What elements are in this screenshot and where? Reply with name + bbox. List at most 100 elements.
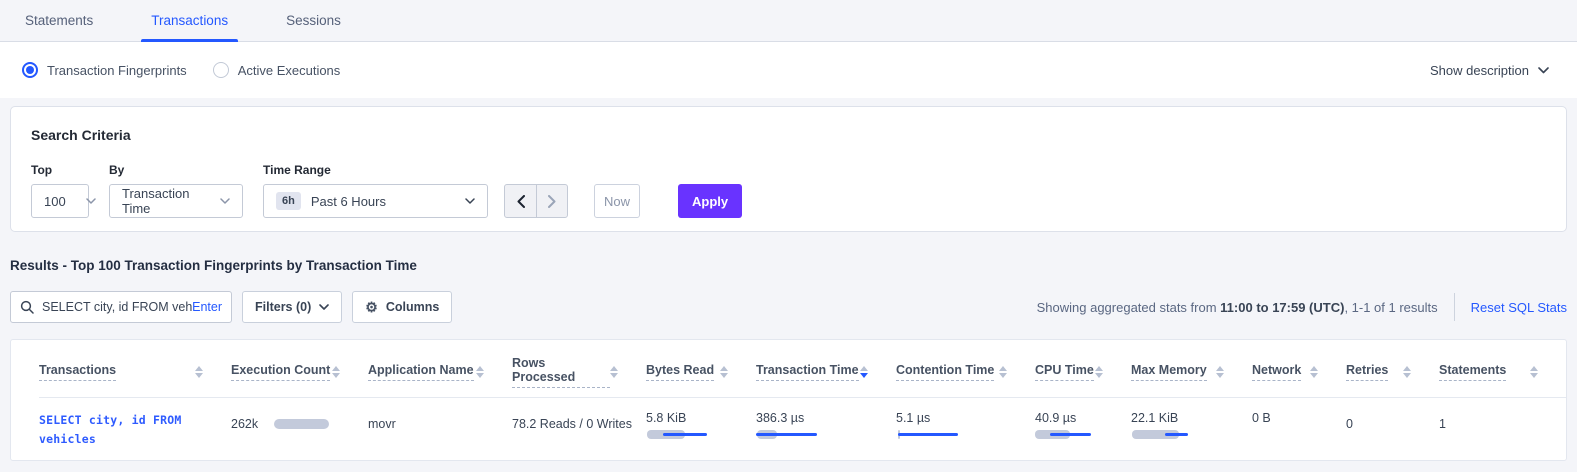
cell-retries: 0	[1346, 411, 1439, 449]
sort-icon[interactable]	[476, 366, 484, 378]
search-enter-button[interactable]: Enter	[192, 300, 222, 314]
column-header-rows-processed[interactable]: Rows Processed	[512, 356, 646, 388]
chevron-down-icon	[1538, 67, 1549, 74]
top-label: Top	[31, 163, 89, 177]
column-header-bytes-read[interactable]: Bytes Read	[646, 356, 756, 388]
search-criteria-title: Search Criteria	[31, 127, 1546, 143]
cell-cpu-time: 40.9 µs	[1035, 411, 1131, 449]
top-field: Top 100	[31, 163, 89, 218]
reset-sql-stats-link[interactable]: Reset SQL Stats	[1471, 300, 1567, 315]
table-header-row: Transactions Execution Count Application…	[39, 340, 1566, 398]
column-header-max-memory[interactable]: Max Memory	[1131, 356, 1252, 388]
next-time-window-button[interactable]	[536, 185, 567, 217]
column-header-application-name[interactable]: Application Name	[368, 356, 512, 388]
sort-icon[interactable]	[1095, 366, 1103, 378]
by-label: By	[109, 163, 243, 177]
columns-label: Columns	[386, 300, 439, 314]
sort-icon[interactable]	[610, 366, 618, 378]
cell-max-memory: 22.1 KiB	[1131, 411, 1252, 449]
top-select-value: 100	[44, 194, 66, 209]
cell-network: 0 B	[1252, 411, 1346, 449]
radio-unselected-icon[interactable]	[213, 62, 229, 78]
aggregated-stats-text: Showing aggregated stats from 11:00 to 1…	[1037, 300, 1438, 315]
column-header-execution-count[interactable]: Execution Count	[231, 356, 368, 388]
cpu-time-bar	[1035, 430, 1107, 440]
transaction-time-bar	[756, 430, 828, 440]
time-range-select[interactable]: 6h Past 6 Hours	[263, 184, 488, 218]
cell-application-name: movr	[368, 411, 512, 449]
columns-button[interactable]: ⚙ Columns	[352, 291, 452, 323]
column-header-contention-time[interactable]: Contention Time	[896, 356, 1035, 388]
filters-button[interactable]: Filters (0)	[242, 291, 342, 323]
top-tabs-bar: Statements Transactions Sessions	[0, 0, 1577, 42]
tab-transactions[interactable]: Transactions	[151, 0, 228, 41]
column-header-transactions[interactable]: Transactions	[39, 356, 231, 388]
chevron-down-icon	[220, 198, 230, 204]
vertical-divider	[1454, 293, 1455, 321]
sort-icon[interactable]	[1310, 366, 1318, 378]
radio-active-executions[interactable]: Active Executions	[213, 62, 341, 78]
time-window-arrows	[504, 184, 568, 218]
sort-icon[interactable]	[999, 366, 1007, 378]
cell-rows-processed: 78.2 Reads / 0 Writes	[512, 411, 646, 449]
column-header-retries[interactable]: Retries	[1346, 356, 1439, 388]
cell-transaction-time: 386.3 µs	[756, 411, 896, 449]
show-description-toggle[interactable]: Show description	[1430, 63, 1549, 78]
gear-icon: ⚙	[365, 300, 378, 314]
max-memory-bar	[1131, 430, 1203, 440]
search-criteria-panel: Search Criteria Top 100 By Transaction T…	[10, 106, 1567, 232]
execution-count-bar	[274, 419, 329, 429]
chevron-down-icon	[319, 304, 329, 310]
radio-transaction-fingerprints[interactable]: Transaction Fingerprints	[22, 62, 187, 78]
by-select[interactable]: Transaction Time	[109, 184, 243, 218]
cell-bytes-read: 5.8 KiB	[646, 411, 756, 449]
column-header-cpu-time[interactable]: CPU Time	[1035, 356, 1131, 388]
time-range-label: Time Range	[263, 163, 488, 177]
tab-sessions[interactable]: Sessions	[286, 0, 341, 41]
chevron-down-icon	[465, 198, 475, 204]
radio-label: Transaction Fingerprints	[47, 63, 187, 78]
search-icon	[20, 300, 34, 314]
sort-icon[interactable]	[195, 366, 203, 378]
time-range-value: Past 6 Hours	[311, 194, 386, 209]
sort-icon[interactable]	[720, 366, 728, 378]
sort-icon[interactable]	[1216, 366, 1224, 378]
chevron-down-icon	[86, 198, 96, 204]
cell-statements: 1	[1439, 411, 1566, 449]
sql-search-input[interactable]	[42, 300, 192, 314]
column-header-network[interactable]: Network	[1252, 356, 1346, 388]
table-row: SELECT city, id FROM vehicles 262k movr …	[39, 398, 1566, 461]
by-select-value: Transaction Time	[122, 186, 200, 216]
chevron-left-icon	[517, 195, 525, 208]
sort-icon[interactable]	[1530, 366, 1538, 378]
sql-search-box: Enter	[10, 291, 232, 323]
column-header-statements[interactable]: Statements	[1439, 356, 1566, 388]
apply-button[interactable]: Apply	[678, 184, 742, 218]
column-header-transaction-time[interactable]: Transaction Time	[756, 356, 896, 388]
filters-label: Filters (0)	[255, 300, 311, 314]
radio-label: Active Executions	[238, 63, 341, 78]
bytes-read-bar	[646, 430, 718, 440]
stats-time-range: 11:00 to 17:59 (UTC)	[1220, 300, 1344, 315]
radio-selected-icon[interactable]	[22, 62, 38, 78]
results-heading: Results - Top 100 Transaction Fingerprin…	[10, 258, 1567, 273]
view-mode-radio-group: Transaction Fingerprints Active Executio…	[22, 62, 340, 78]
sort-icon[interactable]	[1403, 366, 1411, 378]
now-button[interactable]: Now	[594, 184, 640, 218]
cell-transaction-fingerprint: SELECT city, id FROM vehicles	[39, 411, 231, 449]
cell-contention-time: 5.1 µs	[896, 411, 1035, 449]
time-range-field: Time Range 6h Past 6 Hours	[263, 163, 488, 218]
tab-statements[interactable]: Statements	[25, 0, 93, 41]
sort-icon[interactable]	[332, 366, 340, 378]
by-field: By Transaction Time	[109, 163, 243, 218]
view-toggle-bar: Transaction Fingerprints Active Executio…	[0, 42, 1577, 98]
chevron-right-icon	[548, 195, 556, 208]
contention-time-bar	[896, 430, 968, 440]
time-range-badge: 6h	[276, 192, 301, 210]
transaction-fingerprint-link[interactable]: SELECT city, id FROM vehicles	[39, 411, 231, 449]
sort-icon[interactable]	[860, 366, 868, 378]
top-select[interactable]: 100	[31, 184, 89, 218]
cell-execution-count: 262k	[231, 411, 368, 449]
transactions-table: Transactions Execution Count Application…	[10, 339, 1567, 461]
previous-time-window-button[interactable]	[505, 185, 536, 217]
